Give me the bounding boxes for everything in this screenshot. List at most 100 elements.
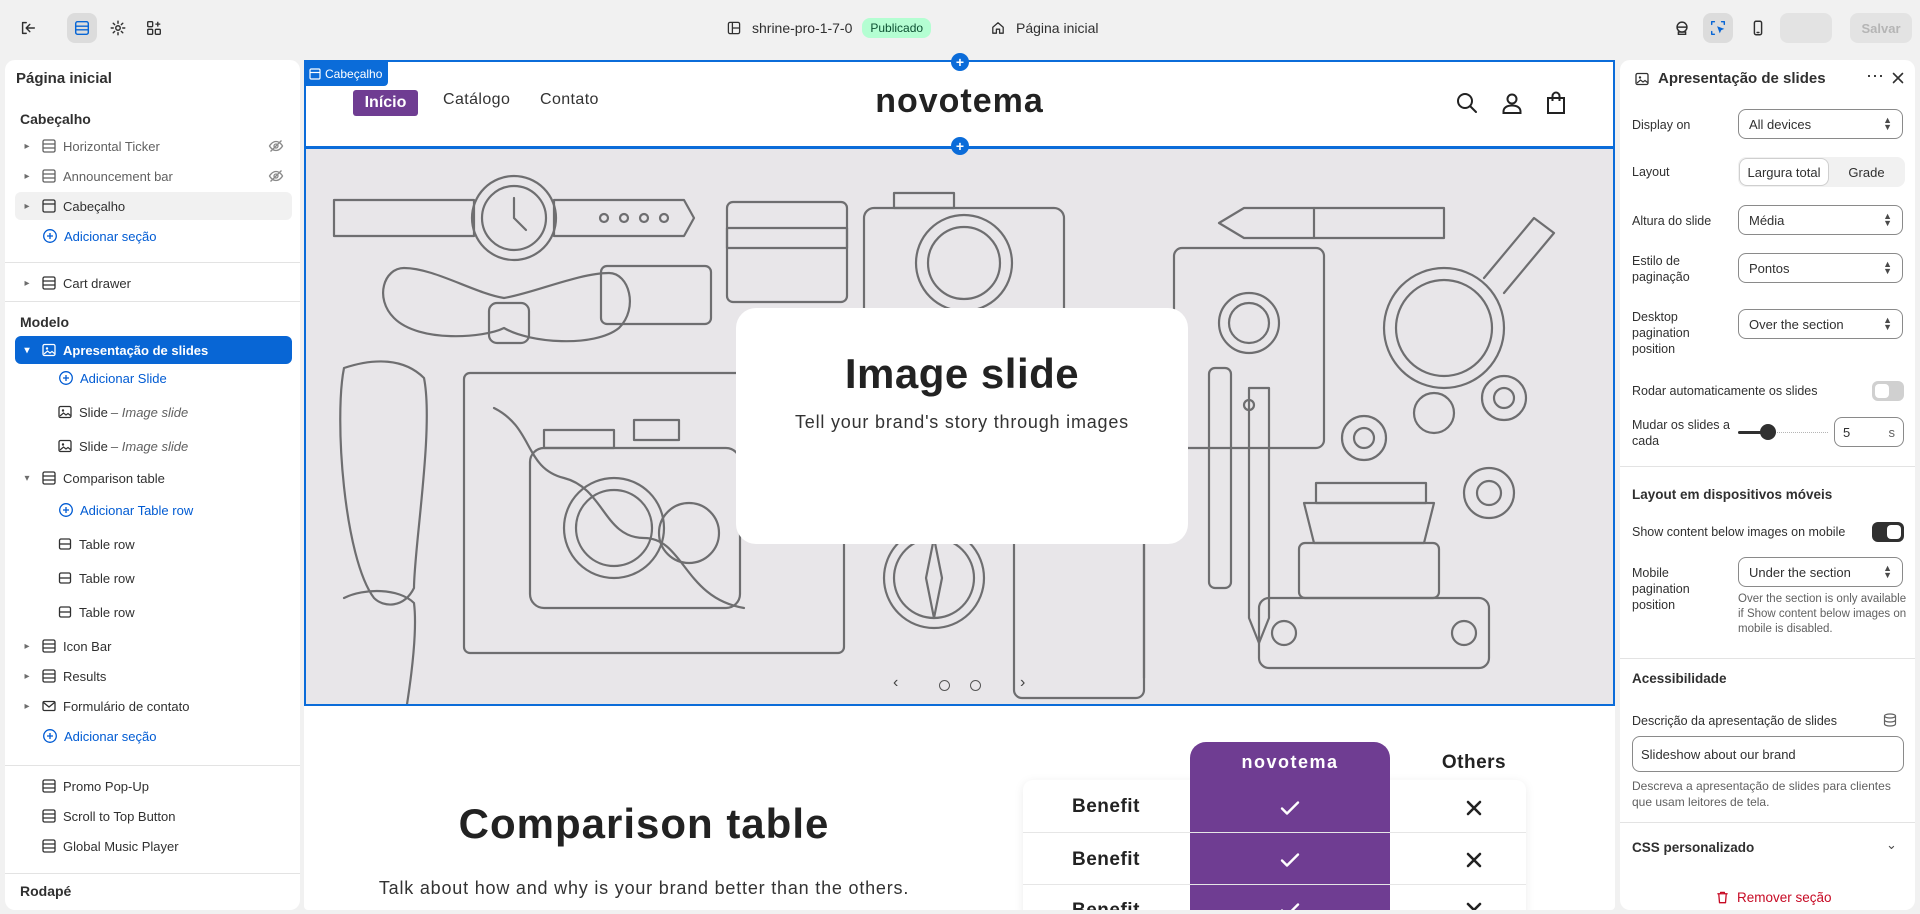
more-options-icon[interactable]: ⋯: [1866, 66, 1885, 87]
section-icon: [41, 808, 57, 824]
sidebar-item-contact-form[interactable]: ▸ Formulário de contato: [15, 692, 292, 720]
slideshow-desc-input[interactable]: Slideshow about our brand: [1632, 736, 1904, 772]
theme-switcher[interactable]: shrine-pro-1-7-0 Publicado: [726, 14, 932, 42]
table-row-divider: [1023, 884, 1526, 885]
layout-option-full-width[interactable]: Largura total: [1740, 159, 1828, 185]
sidebar-item-table-row-3[interactable]: Table row: [37, 598, 292, 626]
desktop-pagination-value: Over the section: [1749, 316, 1844, 332]
layout-segmented-control: Largura total Grade: [1738, 157, 1905, 187]
cart-bag-icon[interactable]: [1544, 91, 1568, 115]
chevron-right-icon[interactable]: ▸: [20, 278, 34, 289]
sidebar-item-comparison-table[interactable]: ▾ Comparison table: [15, 464, 292, 492]
add-section-above-plus-icon[interactable]: +: [951, 53, 969, 71]
chevron-right-icon[interactable]: ▸: [20, 201, 34, 212]
divider: [1620, 658, 1915, 659]
add-section-label: Adicionar seção: [64, 728, 157, 744]
slide-next-arrow-icon[interactable]: ›: [1020, 674, 1025, 692]
sidebar-item-table-row-2[interactable]: Table row: [37, 564, 292, 592]
apps-button[interactable]: [139, 13, 169, 43]
sidebar-item-slide-2[interactable]: Slide – Image slide: [37, 432, 292, 460]
slide-prev-arrow-icon[interactable]: ‹: [893, 674, 898, 692]
trash-icon: [1717, 891, 1728, 904]
selection-mode-button[interactable]: [1703, 13, 1733, 43]
theme-settings-button[interactable]: [103, 13, 133, 43]
mobile-preview-button[interactable]: [1743, 13, 1773, 43]
slide-sub-label: – Image slide: [110, 438, 189, 454]
slideshow-desc-value: Slideshow about our brand: [1641, 746, 1796, 762]
change-every-input[interactable]: 5 s: [1834, 417, 1904, 447]
sidebar-item-slideshow[interactable]: ▾ Apresentação de slides: [15, 336, 292, 364]
custom-css-heading[interactable]: CSS personalizado: [1632, 840, 1754, 855]
add-section-template-button[interactable]: Adicionar seção: [15, 722, 292, 750]
layout-option-grid[interactable]: Grade: [1830, 159, 1903, 185]
pagination-style-select[interactable]: Pontos ▲ ▼: [1738, 253, 1903, 283]
display-on-select[interactable]: All devices ▲ ▼: [1738, 109, 1903, 139]
exit-button[interactable]: [13, 13, 43, 43]
chevron-down-icon[interactable]: ⌄: [1886, 837, 1897, 853]
dynamic-source-icon[interactable]: [1882, 712, 1898, 728]
desktop-pagination-select[interactable]: Over the section ▲ ▼: [1738, 309, 1903, 339]
chevron-right-icon[interactable]: ▸: [20, 171, 34, 182]
eye-hidden-icon[interactable]: [268, 138, 284, 154]
sidebar-item-announcement-bar[interactable]: ▸ Announcement bar: [15, 162, 292, 190]
chevron-down-icon[interactable]: ▾: [20, 473, 34, 484]
divider: [1620, 466, 1915, 467]
search-icon[interactable]: [1455, 91, 1479, 115]
slideshow-section[interactable]: Image slide Tell your brand's story thro…: [304, 148, 1615, 706]
pagination-dot-2[interactable]: [970, 680, 981, 691]
slide-label: Slide: [79, 404, 108, 420]
save-button[interactable]: Salvar: [1850, 13, 1912, 43]
store-logo[interactable]: novotema: [304, 82, 1615, 121]
show-below-toggle[interactable]: [1872, 522, 1904, 542]
slider-thumb[interactable]: [1760, 424, 1776, 440]
sidebar-item-label: Global Music Player: [63, 838, 179, 854]
eye-hidden-icon[interactable]: [268, 168, 284, 184]
mobile-pagination-select[interactable]: Under the section ▲ ▼: [1738, 557, 1903, 587]
sidebar-item-results[interactable]: ▸ Results: [15, 662, 292, 690]
change-every-slider[interactable]: [1738, 424, 1828, 440]
sidebar-item-label: Icon Bar: [63, 638, 112, 654]
sidebar-item-scroll-top[interactable]: Scroll to Top Button: [15, 802, 292, 830]
section-icon: [41, 778, 57, 794]
image-icon: [57, 404, 73, 420]
sidebar-item-cabecalho[interactable]: ▸ Cabeçalho: [15, 192, 292, 220]
undo-redo-group[interactable]: [1780, 13, 1832, 43]
selected-section-tag[interactable]: Cabeçalho: [304, 62, 389, 86]
layout-label: Layout: [1632, 165, 1670, 179]
select-arrows-icon: ▲ ▼: [1883, 211, 1892, 228]
sidebar-item-icon-bar[interactable]: ▸ Icon Bar: [15, 632, 292, 660]
add-slide-button[interactable]: Adicionar Slide: [37, 364, 292, 392]
change-every-value: 5: [1843, 424, 1851, 440]
panel-title: Apresentação de slides: [1658, 70, 1826, 87]
sections-view-button[interactable]: [67, 13, 97, 43]
inspector-button[interactable]: [1667, 13, 1697, 43]
chevron-right-icon[interactable]: ▸: [20, 141, 34, 152]
autorotate-toggle[interactable]: [1872, 381, 1904, 401]
table-row-label: Table row: [79, 570, 135, 586]
sidebar-item-slide-1[interactable]: Slide – Image slide: [37, 398, 292, 426]
sidebar-item-cart-drawer[interactable]: ▸ Cart drawer: [15, 269, 292, 297]
sidebar-item-promo-popup[interactable]: Promo Pop-Up: [15, 772, 292, 800]
x-mark-icon: [1466, 852, 1482, 868]
sidebar-item-music-player[interactable]: Global Music Player: [15, 832, 292, 860]
chevron-right-icon[interactable]: ▸: [20, 701, 34, 712]
sidebar-item-horizontal-ticker[interactable]: ▸ Horizontal Ticker: [15, 132, 292, 160]
account-icon[interactable]: [1500, 91, 1524, 115]
add-table-row-button[interactable]: Adicionar Table row: [37, 496, 292, 524]
chevron-right-icon[interactable]: ▸: [20, 671, 34, 682]
sidebar-item-table-row-1[interactable]: Table row: [37, 530, 292, 558]
remove-section-label: Remover seção: [1737, 890, 1832, 905]
chevron-right-icon[interactable]: ▸: [20, 641, 34, 652]
slide-height-select[interactable]: Média ▲ ▼: [1738, 205, 1903, 235]
chevron-down-icon[interactable]: ▾: [20, 345, 34, 356]
slide-sub-label: – Image slide: [110, 404, 189, 420]
slide-content-card: Image slide Tell your brand's story thro…: [736, 308, 1188, 544]
add-section-header-button[interactable]: Adicionar seção: [15, 222, 292, 250]
pagination-dot-1[interactable]: [939, 680, 950, 691]
add-section-below-plus-icon[interactable]: +: [951, 137, 969, 155]
close-icon[interactable]: [1890, 70, 1906, 86]
page-selector[interactable]: Página inicial: [990, 14, 1099, 42]
store-header[interactable]: Início Catálogo Contato novotema: [304, 60, 1615, 146]
remove-section-button[interactable]: Remover seção: [1715, 890, 1832, 905]
select-arrows-icon: ▲ ▼: [1883, 315, 1892, 332]
